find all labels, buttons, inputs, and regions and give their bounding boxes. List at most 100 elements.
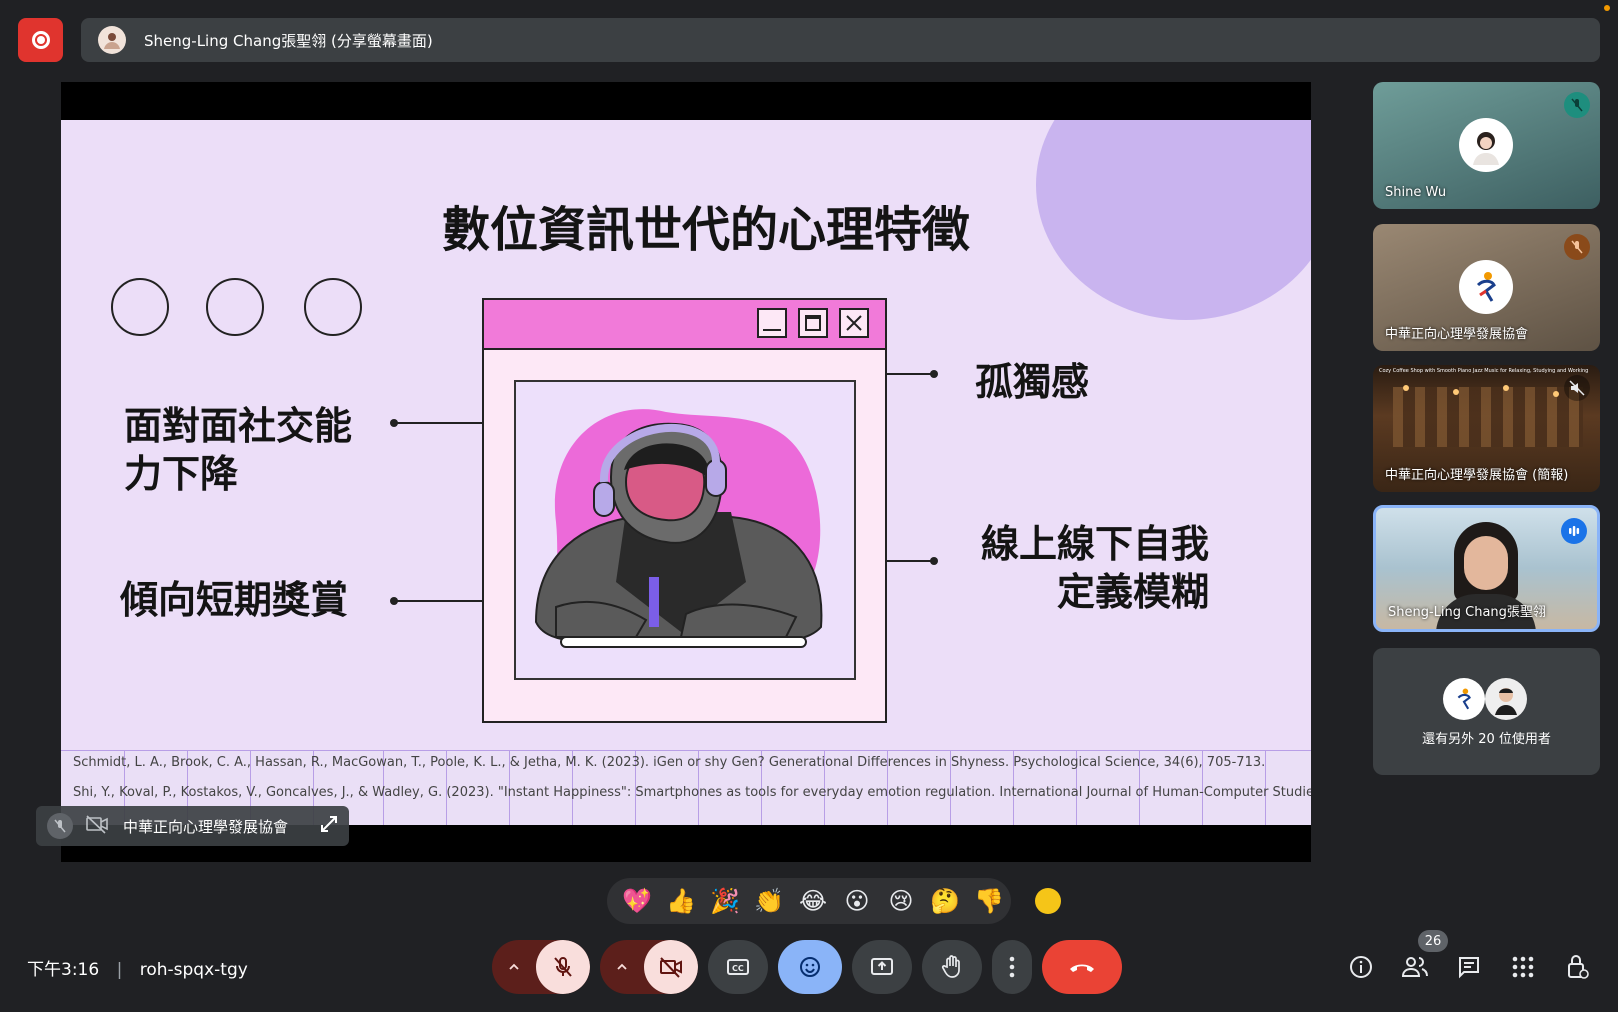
reference-1: Schmidt, L. A., Brook, C. A., Hassan, R.… bbox=[73, 755, 1266, 770]
participant-tile[interactable]: Shine Wu bbox=[1373, 82, 1600, 209]
expand-icon[interactable] bbox=[319, 814, 339, 838]
minimize-icon bbox=[757, 308, 787, 338]
meeting-info: 下午3:16 | roh-spqx-tgy bbox=[27, 955, 248, 980]
skin-tone-selector[interactable] bbox=[1035, 888, 1061, 914]
slide-title: 數位資訊世代的心理特徵 bbox=[441, 202, 970, 258]
participant-tile[interactable]: 中華正向心理學發展協會 bbox=[1373, 224, 1600, 351]
label-self-definition: 線上線下自我 定義模糊 bbox=[980, 522, 1209, 614]
participant-name: Sheng-Ling Chang張聖翎 bbox=[1388, 605, 1546, 620]
reaction-clapping[interactable]: 👏 bbox=[747, 887, 791, 915]
shared-screen: 數位資訊世代的心理特徵 面對面社交能 力下降 傾向短期獎賞 孤獨感 線上線下自我… bbox=[61, 82, 1311, 862]
captions-button[interactable]: CC bbox=[708, 940, 768, 994]
camera-toggle-button[interactable] bbox=[644, 940, 698, 994]
activities-icon bbox=[1512, 956, 1534, 978]
other-participants-tile[interactable]: 還有另外 20 位使用者 bbox=[1373, 648, 1600, 775]
presentation-slide: 數位資訊世代的心理特徵 面對面社交能 力下降 傾向短期獎賞 孤獨感 線上線下自我… bbox=[61, 120, 1311, 825]
participant-name: Shine Wu bbox=[1385, 185, 1447, 200]
emoji-reactions-button[interactable] bbox=[778, 940, 842, 994]
avatar bbox=[1485, 678, 1527, 720]
mic-off-icon bbox=[1564, 92, 1590, 118]
window-illustration bbox=[482, 298, 887, 723]
person-with-headphones-illustration bbox=[534, 409, 823, 648]
avatar bbox=[1459, 118, 1513, 172]
record-icon bbox=[31, 31, 50, 49]
video-frame bbox=[1393, 387, 1583, 447]
participant-name: 中華正向心理學發展協會 bbox=[1385, 327, 1529, 342]
participant-tile-active-speaker[interactable]: Sheng-Ling Chang張聖翎 bbox=[1373, 505, 1600, 632]
speaker-muted-icon bbox=[1564, 375, 1590, 401]
reference-2: Shi, Y., Koval, P., Kostakos, V., Goncal… bbox=[73, 785, 1311, 800]
end-call-icon bbox=[1070, 964, 1094, 972]
decorative-ring bbox=[304, 278, 362, 336]
decorative-ring bbox=[111, 278, 169, 336]
maximize-icon bbox=[798, 308, 828, 338]
camera-off-icon bbox=[660, 957, 682, 978]
separator: | bbox=[116, 960, 123, 980]
decorative-ring bbox=[206, 278, 264, 336]
participant-name: 中華正向心理學發展協會 (簡報) bbox=[1385, 468, 1569, 483]
host-controls-button[interactable] bbox=[1563, 953, 1591, 981]
camera-control-group bbox=[600, 940, 698, 994]
mic-options-button[interactable] bbox=[492, 940, 536, 994]
reaction-thinking[interactable]: 🤔 bbox=[923, 887, 967, 915]
reaction-joy[interactable]: 😂 bbox=[791, 887, 835, 915]
meeting-code: roh-spqx-tgy bbox=[139, 960, 248, 980]
reaction-thumbs-up[interactable]: 👍 bbox=[659, 887, 703, 915]
chat-button[interactable] bbox=[1455, 953, 1483, 981]
host-controls-icon bbox=[1568, 955, 1589, 979]
presenter-avatar bbox=[98, 26, 126, 54]
mic-control-group bbox=[492, 940, 590, 994]
meeting-details-button[interactable] bbox=[1347, 953, 1375, 981]
label-face-to-face: 面對面社交能 力下降 bbox=[124, 404, 353, 496]
avatar bbox=[1459, 260, 1513, 314]
speaking-indicator-icon bbox=[1561, 518, 1587, 544]
svg-text:CC: CC bbox=[732, 964, 744, 973]
mic-off-icon bbox=[1564, 234, 1590, 260]
raise-hand-icon bbox=[941, 955, 960, 978]
chat-icon bbox=[1459, 957, 1479, 979]
lights bbox=[1403, 385, 1409, 391]
presenter-bar: Sheng-Ling Chang張聖翎 (分享螢幕畫面) bbox=[81, 18, 1600, 62]
participant-count-badge: 26 bbox=[1418, 930, 1448, 952]
camera-off-icon bbox=[85, 814, 109, 838]
call-controls: CC bbox=[492, 940, 1122, 994]
emoji-icon bbox=[800, 957, 820, 977]
chevron-up-icon bbox=[509, 963, 519, 970]
reaction-party-popper[interactable]: 🎉 bbox=[703, 887, 747, 915]
leave-call-button[interactable] bbox=[1042, 940, 1122, 994]
people-button[interactable] bbox=[1401, 953, 1429, 981]
reaction-surprised[interactable]: 😮 bbox=[835, 887, 879, 915]
raise-hand-button[interactable] bbox=[922, 940, 982, 994]
more-options-button[interactable] bbox=[992, 940, 1032, 994]
close-icon bbox=[839, 308, 869, 338]
participant-tile[interactable]: Cozy Coffee Shop with Smooth Piano Jazz … bbox=[1373, 365, 1600, 492]
activities-button[interactable] bbox=[1509, 953, 1537, 981]
captions-icon: CC bbox=[727, 959, 749, 975]
label-loneliness: 孤獨感 bbox=[975, 360, 1090, 404]
recording-indicator-button[interactable] bbox=[18, 18, 63, 62]
clock: 下午3:16 bbox=[27, 960, 100, 980]
reaction-thumbs-down[interactable]: 👎 bbox=[967, 887, 1011, 915]
reaction-sparkling-heart[interactable]: 💖 bbox=[615, 887, 659, 915]
video-caption: Cozy Coffee Shop with Smooth Piano Jazz … bbox=[1379, 368, 1589, 374]
present-now-button[interactable] bbox=[852, 940, 912, 994]
mic-toggle-button[interactable] bbox=[536, 940, 590, 994]
info-icon bbox=[1350, 956, 1372, 978]
reactions-bar: 💖 👍 🎉 👏 😂 😮 😢 🤔 👎 bbox=[607, 878, 1011, 924]
window-titlebar bbox=[484, 300, 885, 350]
pinned-participant-name: 中華正向心理學發展協會 bbox=[123, 817, 289, 836]
people-icon bbox=[1401, 957, 1428, 977]
presenter-label: Sheng-Ling Chang張聖翎 (分享螢幕畫面) bbox=[144, 31, 433, 50]
illustration-frame bbox=[514, 380, 856, 680]
pinned-participant-chip[interactable]: 中華正向心理學發展協會 bbox=[36, 806, 349, 846]
status-dot bbox=[1604, 5, 1610, 11]
avatar bbox=[1443, 678, 1485, 720]
present-icon bbox=[871, 958, 893, 975]
reaction-crying[interactable]: 😢 bbox=[879, 887, 923, 915]
chevron-up-icon bbox=[617, 963, 627, 970]
mic-off-icon bbox=[554, 957, 572, 977]
mic-off-icon bbox=[47, 813, 73, 839]
label-short-term-reward: 傾向短期獎賞 bbox=[120, 578, 349, 622]
others-count-label: 還有另外 20 位使用者 bbox=[1422, 732, 1551, 747]
camera-options-button[interactable] bbox=[600, 940, 644, 994]
